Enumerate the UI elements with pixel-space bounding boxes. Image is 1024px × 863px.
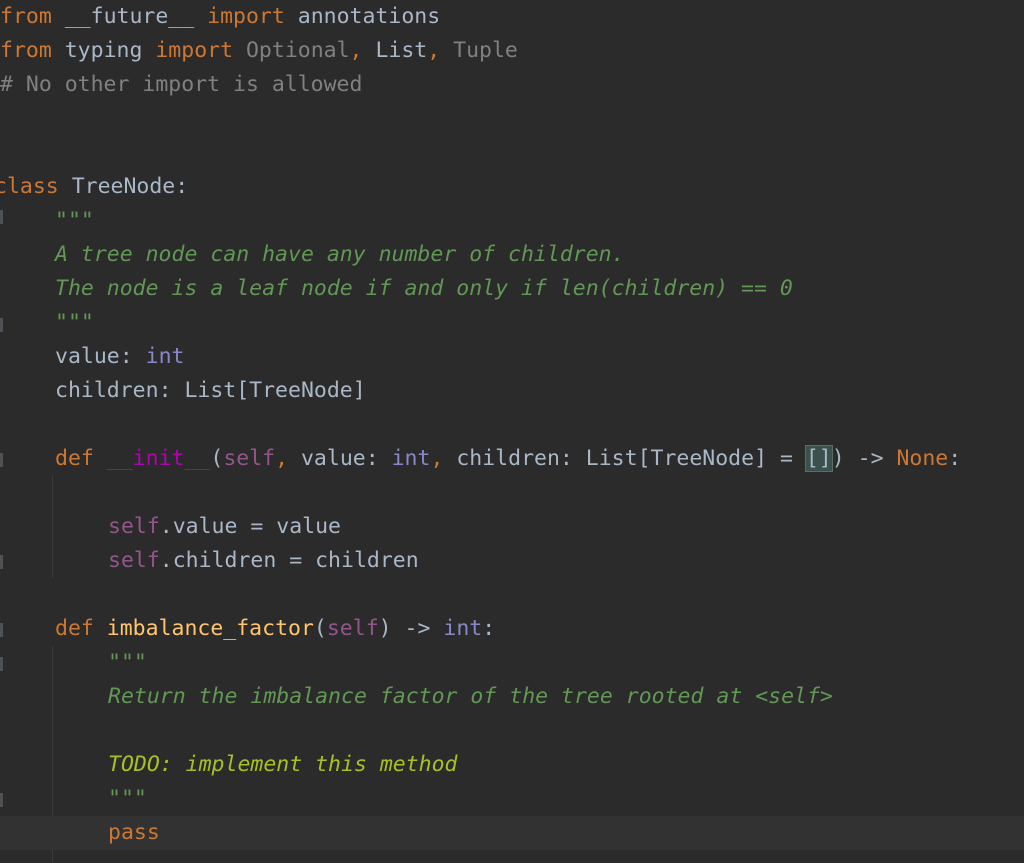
param-value: value: xyxy=(288,446,392,471)
class-name: TreeNode xyxy=(71,174,176,199)
docstring-quotes: """ xyxy=(55,310,94,335)
paren-open: ( xyxy=(210,446,224,471)
code-line-24[interactable]: """ xyxy=(0,782,1024,816)
code-editor[interactable]: from __future__ import annotations from … xyxy=(0,0,1024,863)
unused-import-tuple: Tuple xyxy=(453,38,518,63)
code-line-16[interactable]: self.value = value xyxy=(0,510,1024,544)
imported-name: List xyxy=(375,38,428,63)
docstring-text: Return the imbalance factor of the tree … xyxy=(108,684,833,709)
self-ref: self xyxy=(108,514,160,539)
statement: .children = children xyxy=(159,548,419,573)
attribute-name: value xyxy=(55,344,120,369)
unused-import-optional: Optional xyxy=(245,38,350,63)
code-line-17[interactable]: self.children = children xyxy=(0,544,1024,578)
function-name: __init__ xyxy=(106,446,211,471)
keyword-none: None xyxy=(896,446,949,471)
keyword-class: class xyxy=(0,174,59,199)
docstring-quotes: """ xyxy=(108,650,147,675)
keyword-from: from xyxy=(0,4,52,29)
comma: , xyxy=(427,38,441,63)
colon: : xyxy=(948,446,962,471)
code-line-21[interactable]: Return the imbalance factor of the tree … xyxy=(0,680,1024,714)
annotation-separator: : xyxy=(158,378,185,403)
comma: , xyxy=(275,446,289,471)
code-line-8[interactable]: A tree node can have any number of child… xyxy=(0,238,1024,272)
comma: , xyxy=(430,446,444,471)
keyword-import: import xyxy=(155,38,234,63)
type-annotation: List[TreeNode] xyxy=(184,378,366,403)
code-line-14[interactable]: def __init__(self, value: int, children:… xyxy=(0,442,1024,476)
comment: # No other import is allowed xyxy=(0,72,363,97)
self-param: self xyxy=(326,616,379,641)
default-empty-list: [] xyxy=(804,445,833,472)
annotation-separator: : xyxy=(119,344,146,369)
docstring-quotes: """ xyxy=(55,208,94,233)
attribute-name: children xyxy=(55,378,159,403)
return-arrow: ) -> xyxy=(831,446,897,471)
colon: : xyxy=(175,174,189,199)
keyword-import: import xyxy=(207,4,285,29)
comma: , xyxy=(349,38,363,63)
code-line-6[interactable]: class TreeNode: xyxy=(0,170,1024,204)
return-arrow: ) -> xyxy=(378,616,444,641)
keyword-from: from xyxy=(0,38,52,63)
code-line-3[interactable]: # No other import is allowed xyxy=(0,68,1024,102)
paren-open: ( xyxy=(313,616,327,641)
colon: : xyxy=(482,616,496,641)
code-line-23[interactable]: TODO: implement this method xyxy=(0,748,1024,782)
code-line-20[interactable]: """ xyxy=(0,646,1024,680)
self-param: self xyxy=(223,446,276,471)
keyword-def: def xyxy=(55,616,94,641)
function-name: imbalance_factor xyxy=(106,616,314,641)
code-line-11[interactable]: value: int xyxy=(0,340,1024,374)
docstring-text: The node is a leaf node if and only if l… xyxy=(55,276,793,301)
code-line-12[interactable]: children: List[TreeNode] xyxy=(0,374,1024,408)
keyword-pass: pass xyxy=(108,820,160,845)
builtin-type: int xyxy=(443,616,483,641)
module-name: typing xyxy=(64,38,143,63)
code-line-7[interactable]: """ xyxy=(0,204,1024,238)
docstring-quotes: """ xyxy=(108,786,147,811)
statement: .value = value xyxy=(159,514,341,539)
keyword-def: def xyxy=(55,446,94,471)
module-name: __future__ xyxy=(64,4,195,29)
code-line-1[interactable]: from __future__ import annotations xyxy=(0,0,1024,34)
code-line-19[interactable]: def imbalance_factor(self) -> int: xyxy=(0,612,1024,646)
param-children: children: List[TreeNode] = xyxy=(443,446,806,471)
todo-comment: TODO: implement this method xyxy=(108,752,458,777)
builtin-type: int xyxy=(145,344,185,369)
code-line-2[interactable]: from typing import Optional, List, Tuple xyxy=(0,34,1024,68)
docstring-text: A tree node can have any number of child… xyxy=(55,242,625,267)
self-ref: self xyxy=(108,548,160,573)
code-line-10[interactable]: """ xyxy=(0,306,1024,340)
builtin-type: int xyxy=(391,446,431,471)
code-line-9[interactable]: The node is a leaf node if and only if l… xyxy=(0,272,1024,306)
imported-name: annotations xyxy=(297,4,441,29)
code-line-25[interactable]: pass xyxy=(0,816,1024,850)
